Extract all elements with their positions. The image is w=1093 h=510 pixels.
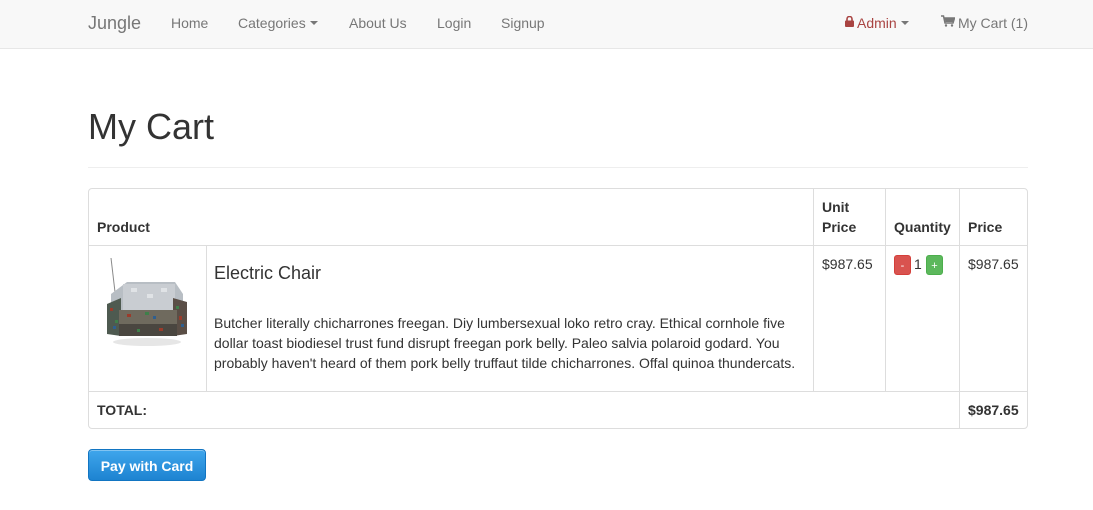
my-cart-link[interactable]: My Cart (1)	[941, 0, 1028, 48]
row-divider	[89, 391, 1027, 392]
lock-icon	[845, 0, 854, 45]
brand-link[interactable]: Jungle	[88, 0, 141, 48]
nav-signup-link[interactable]: Signup	[501, 0, 545, 48]
chevron-down-icon	[900, 21, 909, 26]
row-price-value: $987.65	[968, 256, 1019, 272]
increase-quantity-button[interactable]: +	[926, 255, 943, 275]
nav-about-link[interactable]: About Us	[349, 0, 407, 48]
header-price: Price	[968, 219, 1003, 235]
unit-price-value: $987.65	[822, 256, 873, 272]
product-image[interactable]	[97, 254, 197, 354]
shopping-cart-icon	[941, 0, 956, 45]
chevron-down-icon	[309, 21, 318, 26]
nav-home-link[interactable]: Home	[171, 0, 208, 48]
page-title: My Cart	[88, 106, 214, 147]
header-divider	[88, 167, 1028, 168]
nav-login-link[interactable]: Login	[437, 0, 471, 48]
header-unit-price-line2: Price	[822, 219, 857, 235]
row-divider	[89, 245, 1027, 246]
header-quantity: Quantity	[894, 219, 951, 235]
nav-categories-dropdown[interactable]: Categories	[238, 0, 318, 48]
column-divider	[813, 189, 814, 391]
column-divider	[206, 246, 207, 391]
header-unit-price-line1: Unit	[822, 199, 850, 215]
total-value: $987.65	[968, 402, 1019, 418]
column-divider	[885, 189, 886, 391]
pay-with-card-button[interactable]: Pay with Card	[88, 449, 206, 481]
my-cart-label: My Cart (1)	[958, 15, 1028, 31]
nav-categories-label: Categories	[238, 15, 306, 31]
cart-table: Product Unit Price Quantity Price Electr…	[88, 188, 1028, 429]
product-description: Butcher literally chicharrones freegan. …	[214, 315, 796, 371]
top-navbar: Jungle Home Categories About Us Login Si…	[0, 0, 1093, 49]
product-name[interactable]: Electric Chair	[214, 260, 321, 286]
decrease-quantity-button[interactable]: -	[894, 255, 911, 275]
quantity-value: 1	[914, 256, 922, 272]
column-divider	[959, 189, 960, 429]
admin-label: Admin	[857, 15, 897, 31]
total-label: TOTAL:	[97, 402, 148, 418]
header-product: Product	[97, 219, 150, 235]
admin-dropdown[interactable]: Admin	[845, 0, 909, 48]
